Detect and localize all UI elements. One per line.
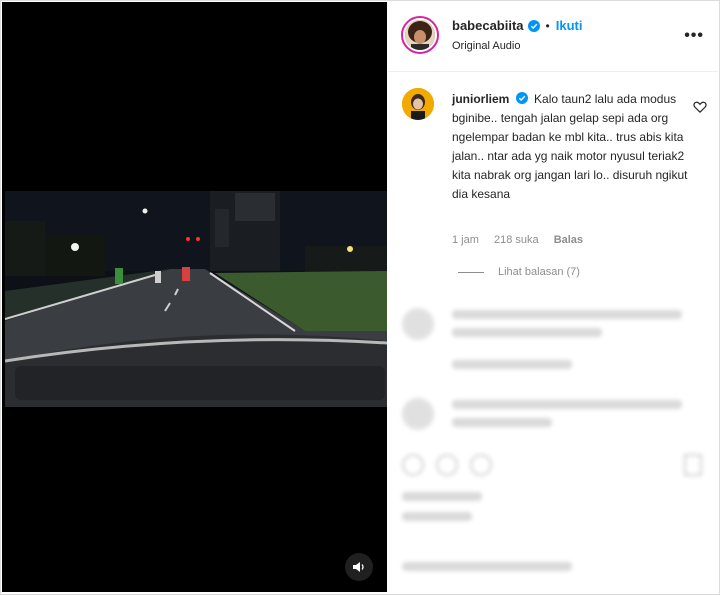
video-panel[interactable] [2,2,387,592]
blurred-text-line [452,360,572,369]
mute-button[interactable] [345,553,373,581]
profile-photo [405,20,435,50]
more-options-icon[interactable]: ••• [684,27,704,45]
blurred-avatar [402,308,434,340]
author-avatar[interactable] [401,16,439,54]
comment-body: juniorliem Kalo taun2 lalu ada modus bgi… [452,90,690,204]
blurred-text-line [452,328,602,337]
commenter-photo [402,88,434,120]
follow-button[interactable]: Ikuti [556,18,583,33]
verified-badge-icon [515,92,528,104]
post-header: babecabiita • Ikuti Original Audio ••• [388,2,718,72]
reply-button[interactable]: Balas [554,234,583,246]
blurred-content [388,302,718,592]
blurred-like-icon [402,454,424,476]
view-replies-label: Lihat balasan (7) [498,266,580,278]
heart-icon[interactable] [693,100,707,114]
commenter-avatar[interactable] [402,88,434,120]
speaker-icon [353,562,364,572]
blurred-comment-icon [436,454,458,476]
details-panel: babecabiita • Ikuti Original Audio ••• j… [388,2,718,592]
comment-meta: 1 jam 218 suka Balas [452,234,595,246]
verified-badge-icon [527,19,540,32]
blurred-bookmark-icon [684,454,702,476]
audio-link[interactable]: Original Audio [452,40,521,52]
replies-divider [458,271,484,273]
night-road-scene [5,191,387,407]
comment-likes[interactable]: 218 suka [494,234,539,246]
blurred-text-line [452,400,682,409]
separator-dot: • [545,18,550,33]
blurred-share-icon [470,454,492,476]
view-replies-button[interactable]: Lihat balasan (7) [458,266,580,278]
blurred-text-line [402,492,482,501]
blurred-avatar [402,398,434,430]
video-frame[interactable] [5,191,387,407]
blurred-text-line [402,562,572,571]
author-username[interactable]: babecabiita [452,18,524,33]
blurred-text-line [452,418,552,427]
blurred-text-line [402,512,472,521]
blurred-text-line [452,310,682,319]
comment-time[interactable]: 1 jam [452,234,479,246]
commenter-username[interactable]: juniorliem [452,92,509,106]
comment-text: Kalo taun2 lalu ada modus bginibe.. teng… [452,92,688,201]
blurred-action-icons [402,454,492,476]
